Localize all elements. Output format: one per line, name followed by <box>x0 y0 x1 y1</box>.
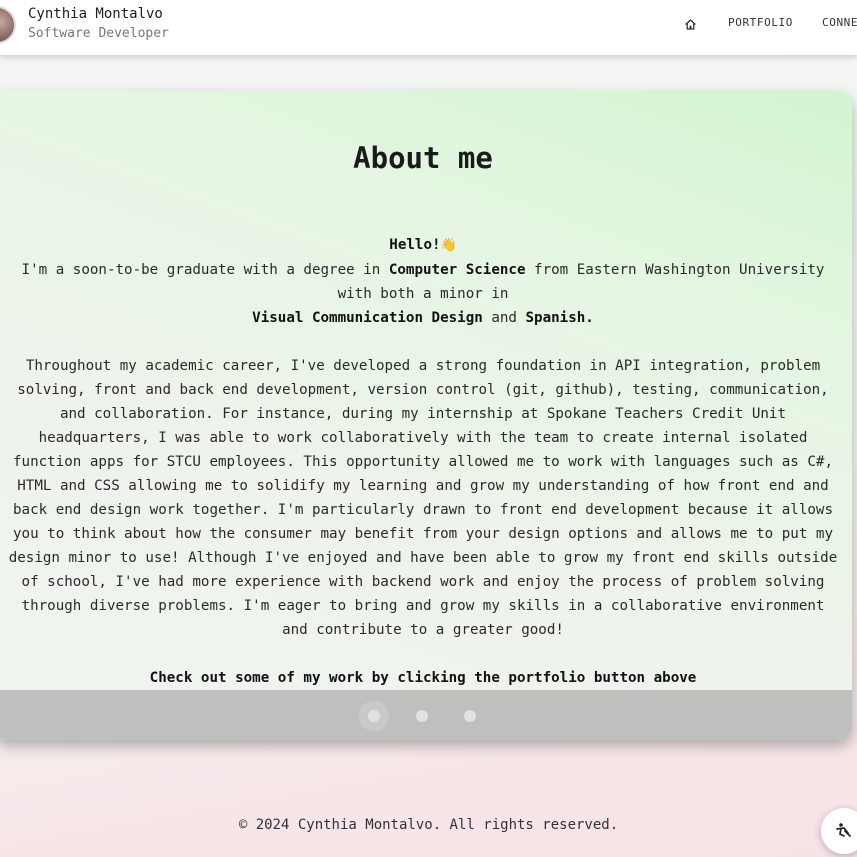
intro-text: I'm a soon-to-be graduate with a degree … <box>8 258 838 330</box>
portfolio-cta: Check out some of my work by clicking th… <box>149 670 697 686</box>
wave-icon: 👋 <box>440 238 457 253</box>
degree: Computer Science <box>388 262 526 278</box>
carousel-dot-3[interactable] <box>464 710 476 722</box>
home-icon[interactable] <box>684 16 698 30</box>
nav-connect-link[interactable]: CONNE <box>822 16 857 29</box>
top-navbar: Cynthia Montalvo Software Developer PORT… <box>0 0 857 55</box>
carousel-dot-2[interactable] <box>416 710 428 722</box>
footer-copyright: © 2024 Cynthia Montalvo. All rights rese… <box>238 817 619 833</box>
accessibility-button[interactable] <box>821 808 857 854</box>
nav-portfolio-link[interactable]: PORTFOLIO <box>728 16 793 29</box>
greeting: Hello! <box>389 237 441 253</box>
greeting-line: Hello!👋 <box>8 233 838 258</box>
page-title: About me <box>353 141 493 175</box>
about-text: Hello!👋 I'm a soon-to-be graduate with a… <box>8 233 838 690</box>
and-text: and <box>482 310 526 326</box>
avatar[interactable] <box>0 6 16 44</box>
carousel-dot-1[interactable] <box>368 710 380 722</box>
about-paragraph: Throughout my academic career, I've deve… <box>8 358 838 638</box>
accessibility-icon <box>836 823 851 837</box>
carousel-indicators <box>0 690 852 740</box>
minor-2: Spanish. <box>525 310 594 326</box>
brand-name[interactable]: Cynthia Montalvo <box>28 6 163 22</box>
minor-1: Visual Communication Design <box>252 310 483 326</box>
intro-part-1: I'm a soon-to-be graduate with a degree … <box>21 262 389 278</box>
brand-role: Software Developer <box>28 26 169 41</box>
about-card: About me Hello!👋 I'm a soon-to-be gradua… <box>0 91 852 740</box>
